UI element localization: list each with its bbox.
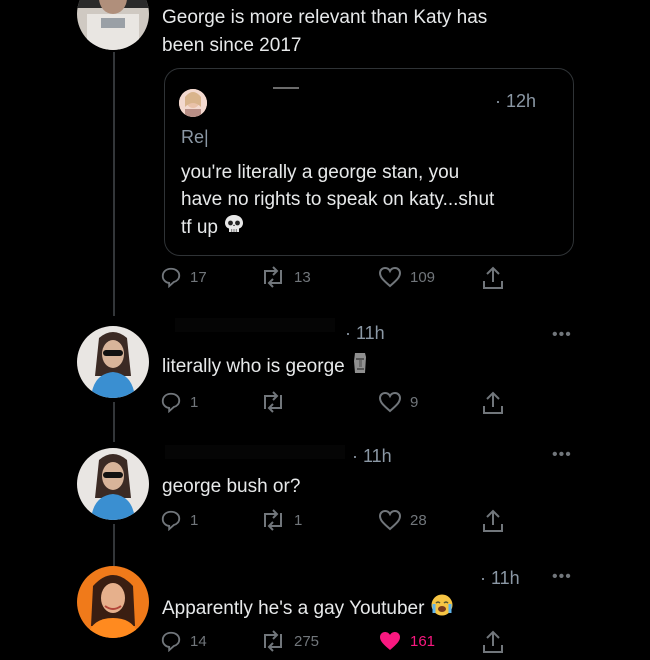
heart-icon (378, 391, 402, 413)
share-button[interactable] (482, 509, 504, 533)
reply-count: 14 (190, 632, 207, 650)
skull-icon (223, 213, 245, 243)
tweet-text: been since 2017 (162, 32, 301, 59)
quoted-tweet-card[interactable]: · 12h Re| you're literally a george stan… (164, 68, 574, 256)
retweet-icon (264, 509, 282, 531)
avatar[interactable] (77, 326, 149, 398)
reply-timestamp: · 11h (480, 568, 520, 588)
tweet-text: George is more relevant than Katy has (162, 4, 487, 31)
retweet-icon (264, 630, 282, 652)
reply-icon (161, 267, 181, 288)
retweet-icon (264, 266, 282, 288)
quote-text: tf up (181, 217, 218, 239)
reply-button[interactable]: 17 (160, 266, 207, 288)
retweet-count: 275 (294, 632, 320, 650)
quote-reply-prefix: Re| (181, 127, 209, 147)
share-icon (483, 630, 503, 653)
reply-icon (161, 392, 181, 413)
avatar[interactable] (77, 0, 149, 50)
share-button[interactable] (482, 391, 504, 415)
share-icon (483, 391, 503, 414)
avatar[interactable] (77, 448, 149, 520)
reply-count: 1 (190, 511, 199, 529)
thread-line (113, 52, 115, 316)
quote-avatar[interactable] (179, 89, 207, 117)
heart-filled-icon (380, 632, 400, 650)
reply-button[interactable]: 1 (160, 509, 198, 531)
share-icon (483, 266, 503, 289)
reply-actions: 1 9 (160, 391, 520, 421)
reply-text-row: george bush or? (162, 473, 300, 500)
reply-text: george bush or? (162, 476, 301, 497)
like-count: 161 (410, 632, 436, 650)
thread-line (113, 524, 115, 566)
reply-button[interactable]: 1 (160, 391, 198, 413)
reply-timestamp: · 11h (345, 323, 385, 343)
masked-username (175, 318, 335, 332)
retweet-button[interactable] (260, 391, 294, 413)
reply-actions: 14 275 161 (160, 630, 520, 660)
heart-icon (378, 266, 402, 288)
like-button[interactable]: 109 (378, 266, 435, 288)
heart-icon (378, 509, 402, 531)
quote-text-line: have no rights to speak on katy...shut (181, 189, 495, 210)
masked-username (165, 445, 345, 459)
like-button[interactable]: 161 (378, 630, 435, 652)
reply-count: 17 (190, 268, 207, 286)
reply-count: 1 (190, 393, 199, 411)
reply-button[interactable]: 14 (160, 630, 207, 652)
more-options-button[interactable]: ••• (552, 568, 572, 586)
reply-text-row: literally who is george (162, 351, 370, 383)
retweet-icon (264, 391, 282, 413)
more-options-button[interactable]: ••• (552, 446, 572, 464)
share-button[interactable] (482, 630, 504, 654)
like-count: 9 (410, 393, 419, 411)
reply-icon (161, 631, 181, 652)
reply-actions: 1 1 28 (160, 509, 520, 539)
like-button[interactable]: 28 (378, 509, 427, 531)
retweet-count: 13 (294, 268, 311, 286)
tweet-text-line: been since 2017 (162, 35, 302, 56)
quote-timestamp: · 12h (495, 91, 537, 111)
tweet-text-line: George is more relevant than Katy has (162, 7, 488, 28)
quote-text-line: you're literally a george stan, you (181, 162, 460, 183)
retweet-count: 1 (294, 511, 303, 529)
like-count: 109 (410, 268, 436, 286)
retweet-button[interactable]: 1 (260, 509, 302, 531)
quote-text-line-3: tf up (181, 213, 245, 243)
reply-timestamp: · 11h (352, 446, 392, 466)
tweet-actions: 17 13 109 (160, 266, 520, 296)
retweet-button[interactable]: 13 (260, 266, 311, 288)
reply-icon (161, 510, 181, 531)
like-count: 28 (410, 511, 427, 529)
retweet-button[interactable]: 275 (260, 630, 319, 652)
thread-line (113, 402, 115, 442)
crying-face-icon (430, 593, 454, 625)
moai-icon (350, 351, 370, 383)
avatar[interactable] (77, 566, 149, 638)
masked-username (273, 87, 299, 89)
more-options-button[interactable]: ••• (552, 326, 572, 344)
reply-text-row: Apparently he's a gay Youtuber (162, 593, 454, 625)
reply-text: Apparently he's a gay Youtuber (162, 598, 425, 620)
share-button[interactable] (482, 266, 504, 290)
like-button[interactable]: 9 (378, 391, 418, 413)
reply-text: literally who is george (162, 356, 345, 378)
share-icon (483, 509, 503, 532)
